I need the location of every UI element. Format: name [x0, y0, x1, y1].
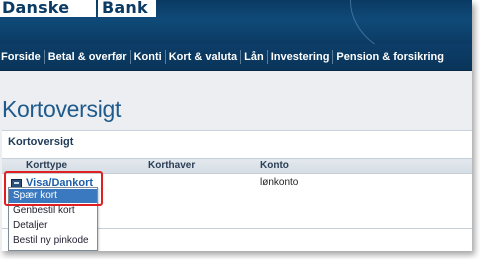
- menu-item-genbestil-kort[interactable]: Genbestil kort: [9, 204, 97, 218]
- browser-frame: Danske Bank Forside Betal & overfør Kont…: [0, 0, 472, 251]
- nav-item-betal-overfor[interactable]: Betal & overfør: [45, 50, 131, 64]
- column-header-korttype: Korttype: [26, 160, 68, 171]
- menu-item-bestil-ny-pinkode[interactable]: Bestil ny pinkode: [9, 234, 97, 248]
- nav-item-pension-forsikring[interactable]: Pension & forsikring: [333, 50, 447, 64]
- logo-word1: Danske: [0, 0, 96, 17]
- nav-item-lan[interactable]: Lån: [241, 50, 268, 64]
- site-header: Danske Bank: [0, 0, 472, 62]
- table-cell-konto: lønkonto: [260, 177, 299, 188]
- logo-word2: Bank: [98, 0, 156, 17]
- column-header-korthaver: Korthaver: [148, 160, 196, 171]
- nav-item-kort-valuta[interactable]: Kort & valuta: [166, 50, 242, 64]
- page-title: Kortoversigt: [2, 96, 122, 122]
- column-header-konto: Konto: [260, 160, 289, 171]
- nav-item-investering[interactable]: Investering: [268, 50, 334, 64]
- main-nav: Forside Betal & overfør Konti Kort & val…: [0, 44, 472, 71]
- annotation-highlight-box: [4, 171, 103, 206]
- nav-item-forside[interactable]: Forside: [0, 50, 45, 64]
- nav-item-konti[interactable]: Konti: [131, 50, 166, 64]
- panel-title: Kortoversigt: [8, 136, 74, 148]
- menu-item-detaljer[interactable]: Detaljer: [9, 219, 97, 233]
